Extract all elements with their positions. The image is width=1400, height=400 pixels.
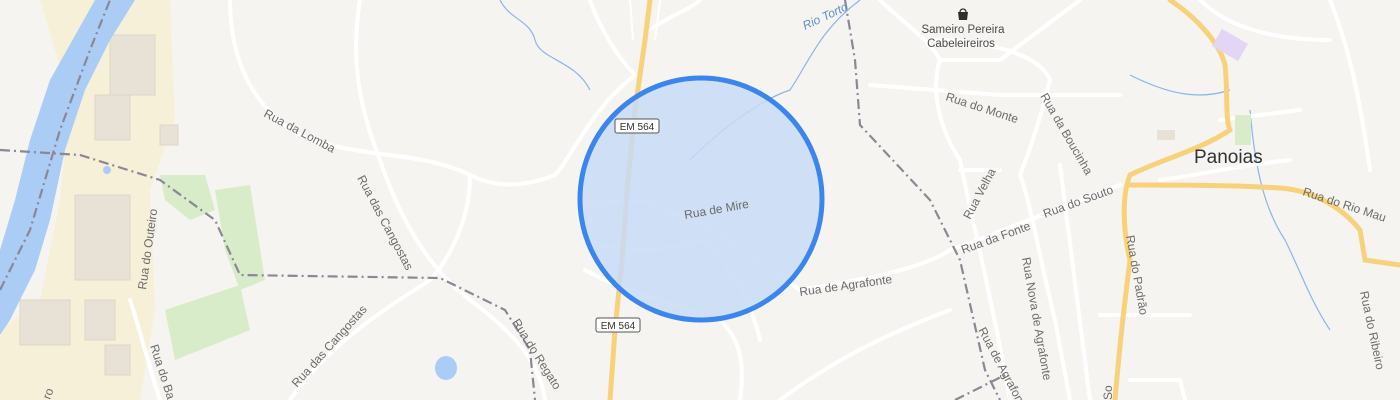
map-view[interactable]: Sameiro Pereira Cabeleireiros EM 564 EM … — [0, 0, 1400, 400]
place-label: Panoias — [1194, 147, 1263, 168]
pond — [435, 356, 457, 380]
road-shield-top: EM 564 — [614, 118, 660, 134]
svg-text:EM 564: EM 564 — [601, 321, 636, 332]
poi-name-line1: Sameiro Pereira — [921, 24, 1005, 36]
svg-text:EM 564: EM 564 — [620, 122, 655, 133]
shopping-bag-icon — [958, 12, 968, 20]
street-label: So — [1101, 385, 1115, 400]
pond-small — [103, 166, 111, 174]
selection-radius[interactable] — [577, 75, 825, 323]
poi-name-line2: Cabeleireiros — [927, 38, 995, 50]
building — [1157, 130, 1175, 140]
road-shield-bottom: EM 564 — [595, 317, 641, 333]
park-small — [1235, 115, 1251, 145]
map-canvas[interactable]: Sameiro Pereira Cabeleireiros EM 564 EM … — [0, 0, 1400, 400]
